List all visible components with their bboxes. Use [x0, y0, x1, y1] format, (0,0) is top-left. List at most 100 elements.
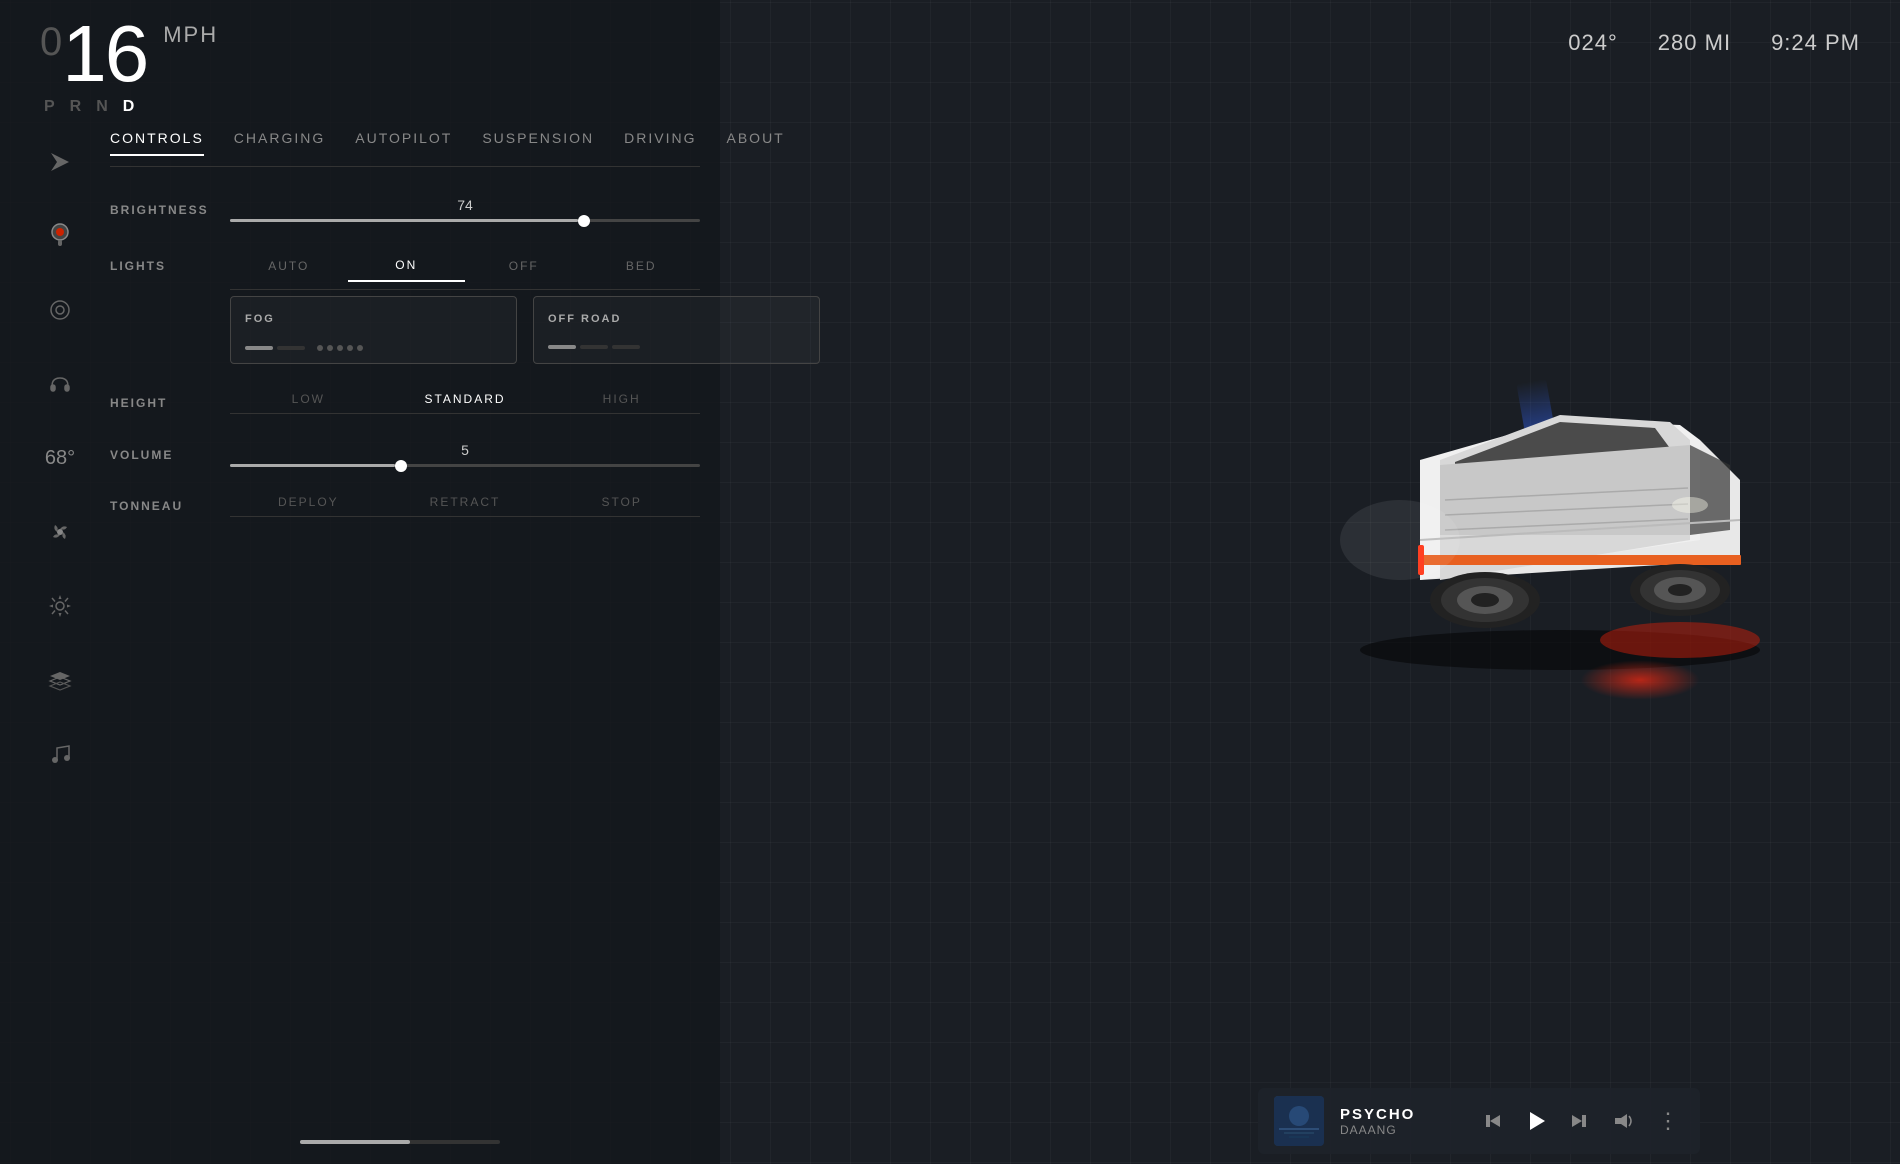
gear-settings-icon[interactable] [38, 584, 82, 628]
offroad-bar-3 [612, 345, 640, 349]
height-high[interactable]: HIGH [543, 392, 700, 414]
fog-dot-3 [337, 345, 343, 351]
play-button[interactable] [1520, 1105, 1552, 1137]
height-control[interactable]: LOW STANDARD HIGH [230, 392, 700, 414]
headset-icon[interactable] [38, 362, 82, 406]
volume-thumb[interactable] [395, 460, 407, 472]
height-row: HEIGHT LOW STANDARD HIGH [110, 392, 700, 414]
lights-on[interactable]: ON [348, 250, 466, 282]
volume-control[interactable]: 5 [230, 442, 700, 467]
speed-display: 0 16 MPH P R N D [40, 14, 218, 116]
song-info: PSYCHO DAAANG [1340, 1106, 1460, 1137]
bottom-progress-fill [300, 1140, 410, 1144]
gear-N[interactable]: N [96, 98, 109, 116]
tab-autopilot[interactable]: AUTOPILOT [355, 130, 452, 156]
height-selector[interactable]: LOW STANDARD HIGH [230, 392, 700, 414]
speed-value: 16 [62, 14, 147, 94]
height-low[interactable]: LOW [230, 392, 387, 414]
brightness-value: 74 [230, 197, 700, 213]
lights-off[interactable]: OFF [465, 251, 583, 281]
gear-R[interactable]: R [70, 98, 83, 116]
fog-indicator [245, 345, 502, 351]
lights-control: AUTO ON OFF BED [230, 250, 700, 282]
volume-slider[interactable] [230, 464, 700, 467]
fog-bar-2 [277, 346, 305, 350]
tonneau-label: TONNEAU [110, 499, 210, 513]
brightness-thumb[interactable] [578, 215, 590, 227]
fan-icon[interactable] [38, 510, 82, 554]
more-button[interactable]: ⋮ [1652, 1105, 1684, 1137]
offroad-bar-1 [548, 345, 576, 349]
music-player: PSYCHO DAAANG [1258, 1088, 1700, 1154]
fog-card-title: FOG [245, 313, 502, 325]
tonneau-retract[interactable]: RETRACT [387, 495, 544, 517]
player-controls[interactable]: ⋮ [1476, 1105, 1684, 1137]
gear-selector[interactable]: P R N D [44, 98, 218, 116]
tab-controls[interactable]: CONTROLS [110, 130, 204, 156]
volume-label: VOLUME [110, 448, 210, 462]
music-note-icon[interactable] [38, 732, 82, 776]
temperature-info: 024° [1568, 30, 1618, 56]
tonneau-row: TONNEAU DEPLOY RETRACT STOP [110, 495, 700, 517]
fog-dot-5 [357, 345, 363, 351]
speed-prefix: 0 [40, 22, 60, 62]
fog-bar-1 [245, 346, 273, 350]
top-right-info: 024° 280 MI 9:24 PM [1568, 30, 1860, 56]
vehicle-render [1300, 260, 1820, 680]
offroad-indicator [548, 345, 805, 349]
bottom-progress-bar[interactable] [300, 1140, 500, 1144]
prev-button[interactable] [1476, 1105, 1508, 1137]
time-info: 9:24 PM [1771, 30, 1860, 56]
speed-unit: MPH [163, 24, 218, 46]
fog-card[interactable]: FOG [230, 296, 517, 364]
offroad-card[interactable]: OFF ROAD [533, 296, 820, 364]
brightness-row: BRIGHTNESS 74 [110, 197, 700, 222]
layers-icon[interactable] [38, 658, 82, 702]
main-content: CONTROLS CHARGING AUTOPILOT SUSPENSION D… [110, 130, 700, 545]
tonneau-deploy[interactable]: DEPLOY [230, 495, 387, 517]
tab-charging[interactable]: CHARGING [234, 130, 325, 156]
brightness-slider[interactable] [230, 219, 700, 222]
lights-auto[interactable]: AUTO [230, 251, 348, 281]
red-glow [1580, 660, 1700, 700]
tonneau-buttons[interactable]: DEPLOY RETRACT STOP [230, 495, 700, 517]
fog-dots [317, 345, 363, 351]
offroad-card-title: OFF ROAD [548, 313, 805, 325]
album-art [1274, 1096, 1324, 1146]
offroad-bar-2 [580, 345, 608, 349]
lights-row: LIGHTS AUTO ON OFF BED [110, 250, 700, 282]
tab-suspension[interactable]: SUSPENSION [482, 130, 594, 156]
joystick-icon[interactable] [38, 214, 82, 258]
nav-tabs[interactable]: CONTROLS CHARGING AUTOPILOT SUSPENSION D… [110, 130, 700, 167]
fog-dot-4 [347, 345, 353, 351]
volume-button[interactable] [1608, 1105, 1640, 1137]
volume-fill [230, 464, 395, 467]
tonneau-stop[interactable]: STOP [543, 495, 700, 517]
height-label: HEIGHT [110, 396, 210, 410]
brightness-control[interactable]: 74 [230, 197, 700, 222]
brightness-label: BRIGHTNESS [110, 203, 210, 217]
height-standard[interactable]: STANDARD [387, 392, 544, 414]
tab-driving[interactable]: DRIVING [624, 130, 696, 156]
vehicle-area [800, 100, 1900, 1000]
volume-row: VOLUME 5 [110, 442, 700, 467]
lights-btn-group[interactable]: AUTO ON OFF BED [230, 250, 700, 282]
gear-D[interactable]: D [123, 98, 136, 116]
volume-value: 5 [230, 442, 700, 458]
lights-label: LIGHTS [110, 259, 210, 273]
height-underline [230, 413, 700, 414]
fog-dot-2 [327, 345, 333, 351]
feature-cards: FOG OFF ROAD [230, 296, 820, 364]
range-info: 280 MI [1658, 30, 1731, 56]
chat-icon[interactable] [38, 288, 82, 332]
tonneau-underline [230, 516, 700, 517]
lights-bed[interactable]: BED [583, 251, 701, 281]
next-button[interactable] [1564, 1105, 1596, 1137]
navigation-icon[interactable] [38, 140, 82, 184]
tab-about[interactable]: ABOUT [727, 130, 785, 156]
tonneau-control[interactable]: DEPLOY RETRACT STOP [230, 495, 700, 517]
sidebar: 68° [20, 140, 100, 776]
fog-dot-1 [317, 345, 323, 351]
song-artist: DAAANG [1340, 1123, 1460, 1137]
gear-P[interactable]: P [44, 98, 56, 116]
